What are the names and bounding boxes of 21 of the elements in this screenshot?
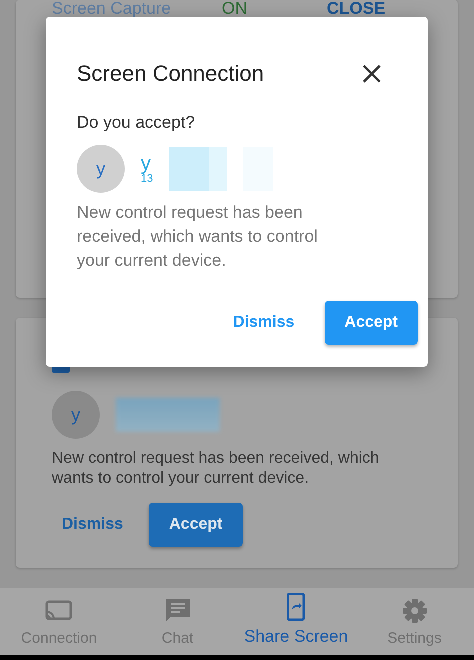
settings-icon (402, 598, 428, 624)
close-icon[interactable] (362, 64, 382, 84)
avatar: y (52, 391, 100, 439)
accept-button[interactable]: Accept (149, 503, 243, 547)
question-text: Do you accept? (77, 113, 196, 133)
avatar: y (77, 145, 125, 193)
request-message: New control request has been received, which wants to control your current device. (77, 202, 319, 272)
dismiss-button[interactable]: Dismiss (213, 301, 315, 345)
dismiss-button[interactable]: Dismiss (52, 503, 134, 547)
request-message: New control request has been received, which wants to control your current device. (52, 449, 380, 489)
chat-icon (164, 598, 191, 624)
nav-tab[interactable]: Share Screen (237, 588, 356, 655)
phone-share-icon (287, 593, 306, 621)
user-id: 13 (141, 174, 154, 184)
feature-label: Screen Capture (52, 0, 172, 18)
redaction-block (169, 147, 228, 191)
status-text: ON (222, 0, 248, 18)
accept-button[interactable]: Accept (324, 301, 418, 345)
close-link[interactable]: CLOSE (327, 0, 386, 18)
user-name: y (141, 154, 151, 174)
dialog-title: Screen Connection (77, 61, 264, 87)
